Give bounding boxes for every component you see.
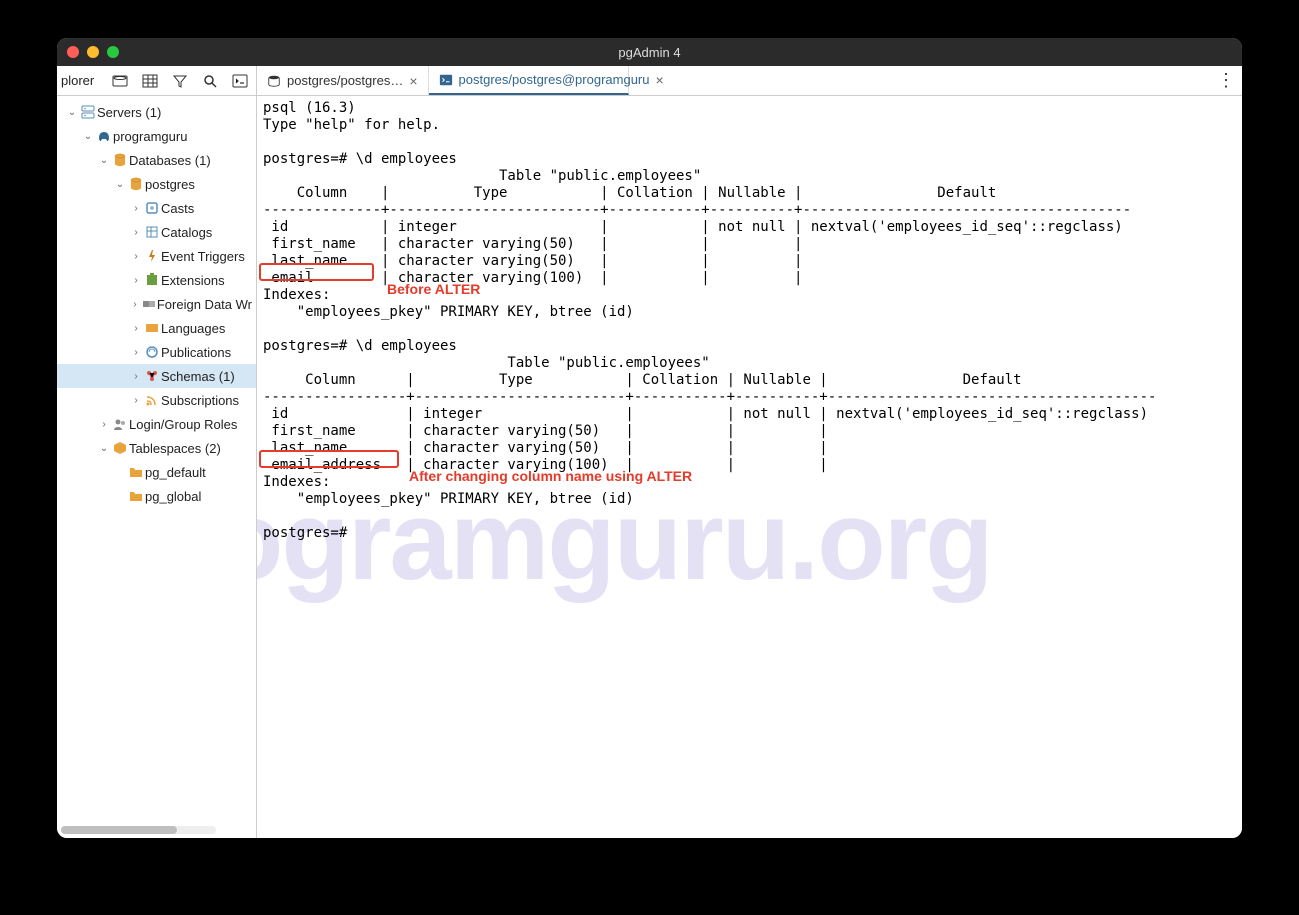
extension-icon: [143, 272, 161, 288]
tree-item-label: pg_global: [145, 489, 201, 504]
tree-item[interactable]: › Subscriptions: [57, 388, 256, 412]
trigger-icon: [143, 248, 161, 264]
filter-icon[interactable]: [168, 69, 192, 93]
folder-icon: [127, 464, 145, 480]
db-stack-icon: [111, 152, 129, 168]
expand-arrow-icon[interactable]: ›: [129, 251, 143, 262]
expand-arrow-icon[interactable]: ›: [129, 347, 143, 358]
psql-tool-icon[interactable]: [228, 69, 252, 93]
tree-item-label: Subscriptions: [161, 393, 239, 408]
tab-query[interactable]: postgres/postgres… ×: [257, 66, 429, 95]
tree-item[interactable]: › Casts: [57, 196, 256, 220]
catalog-icon: [143, 224, 161, 240]
close-icon[interactable]: ×: [656, 72, 664, 88]
tree-item[interactable]: › Extensions: [57, 268, 256, 292]
tree-item-label: Extensions: [161, 273, 225, 288]
close-icon[interactable]: ×: [409, 73, 417, 89]
expand-arrow-icon[interactable]: ›: [129, 323, 143, 334]
expand-arrow-icon[interactable]: ⌄: [97, 443, 111, 454]
tree-item-label: Casts: [161, 201, 194, 216]
tree-item[interactable]: ⌄ Tablespaces (2): [57, 436, 256, 460]
expand-arrow-icon[interactable]: ⌄: [113, 179, 127, 190]
fdw-icon: [141, 296, 157, 312]
expand-arrow-icon[interactable]: ›: [129, 227, 143, 238]
tree-item-label: Catalogs: [161, 225, 212, 240]
tree-item[interactable]: pg_global: [57, 484, 256, 508]
expand-arrow-icon[interactable]: ›: [97, 419, 111, 430]
expand-arrow-icon[interactable]: ⌄: [97, 155, 111, 166]
annotation-before: Before ALTER: [387, 281, 480, 297]
tree-item[interactable]: › Login/Group Roles: [57, 412, 256, 436]
tree-item-label: Login/Group Roles: [129, 417, 237, 432]
view-data-icon[interactable]: [138, 69, 162, 93]
tree-item-label: Publications: [161, 345, 231, 360]
tree-item-label: Languages: [161, 321, 225, 336]
tab-label: postgres/postgres@programguru: [459, 72, 650, 87]
psql-panel[interactable]: programguru.org psql (16.3) Type "help" …: [257, 96, 1242, 838]
expand-arrow-icon[interactable]: ›: [129, 371, 143, 382]
tree-item[interactable]: pg_default: [57, 460, 256, 484]
lang-icon: [143, 320, 161, 336]
tree-item-label: programguru: [113, 129, 187, 144]
pub-icon: [143, 344, 161, 360]
terminal-icon: [439, 73, 453, 87]
tree-item[interactable]: › Foreign Data Wr: [57, 292, 256, 316]
psql-output: psql (16.3) Type "help" for help. postgr…: [257, 96, 1242, 546]
cast-icon: [143, 200, 161, 216]
tree-item[interactable]: ⌄ programguru: [57, 124, 256, 148]
main-body: ⌄Servers (1)⌄programguru⌄Databases (1)⌄p…: [57, 96, 1242, 838]
window-title: pgAdmin 4: [57, 45, 1242, 60]
tree-item-label: Event Triggers: [161, 249, 245, 264]
tree-item[interactable]: ⌄ Servers (1): [57, 100, 256, 124]
search-icon[interactable]: [198, 69, 222, 93]
tree-item-label: Databases (1): [129, 153, 211, 168]
sidebar-title: plorer: [61, 73, 94, 88]
app-window: pgAdmin 4 plorer postgr: [57, 38, 1242, 838]
elephant-icon: [95, 128, 113, 144]
tree-item-label: pg_default: [145, 465, 206, 480]
annotation-after: After changing column name using ALTER: [409, 468, 692, 484]
tree-item-label: Servers (1): [97, 105, 161, 120]
expand-arrow-icon[interactable]: ›: [129, 395, 143, 406]
tree: ⌄Servers (1)⌄programguru⌄Databases (1)⌄p…: [57, 96, 256, 512]
horizontal-scrollbar[interactable]: [61, 826, 216, 834]
kebab-menu-icon[interactable]: ⋮: [1210, 66, 1242, 95]
tree-item[interactable]: › Event Triggers: [57, 244, 256, 268]
tab-psql[interactable]: postgres/postgres@programguru ×: [429, 66, 629, 95]
titlebar: pgAdmin 4: [57, 38, 1242, 66]
sub-icon: [143, 392, 161, 408]
tree-item[interactable]: ⌄ postgres: [57, 172, 256, 196]
tablespace-icon: [111, 440, 129, 456]
highlight-box-after: [259, 450, 399, 468]
tree-item[interactable]: ⌄ Databases (1): [57, 148, 256, 172]
query-tool-icon[interactable]: [108, 69, 132, 93]
folder-icon: [127, 488, 145, 504]
tree-item[interactable]: › Publications: [57, 340, 256, 364]
expand-arrow-icon[interactable]: ⌄: [65, 107, 79, 118]
server-icon: [79, 104, 97, 120]
database-icon: [267, 74, 281, 88]
expand-arrow-icon[interactable]: ›: [129, 203, 143, 214]
tree-item[interactable]: › Languages: [57, 316, 256, 340]
expand-arrow-icon[interactable]: ›: [129, 275, 143, 286]
roles-icon: [111, 416, 129, 432]
tree-item-label: postgres: [145, 177, 195, 192]
sidebar-header: plorer: [57, 66, 257, 95]
tree-item[interactable]: › Catalogs: [57, 220, 256, 244]
tree-item-label: Tablespaces (2): [129, 441, 221, 456]
expand-arrow-icon[interactable]: ›: [129, 299, 141, 310]
schema-icon: [143, 368, 161, 384]
tree-item-label: Schemas (1): [161, 369, 235, 384]
tab-bar: postgres/postgres… × postgres/postgres@p…: [257, 66, 1210, 95]
expand-arrow-icon[interactable]: ⌄: [81, 131, 95, 142]
highlight-box-before: [259, 263, 374, 281]
tree-item[interactable]: › Schemas (1): [57, 364, 256, 388]
tab-label: postgres/postgres…: [287, 73, 403, 88]
db-stack-icon: [127, 176, 145, 192]
tree-item-label: Foreign Data Wr: [157, 297, 252, 312]
toolbar: plorer postgres/postgres… ×: [57, 66, 1242, 96]
object-explorer: ⌄Servers (1)⌄programguru⌄Databases (1)⌄p…: [57, 96, 257, 838]
